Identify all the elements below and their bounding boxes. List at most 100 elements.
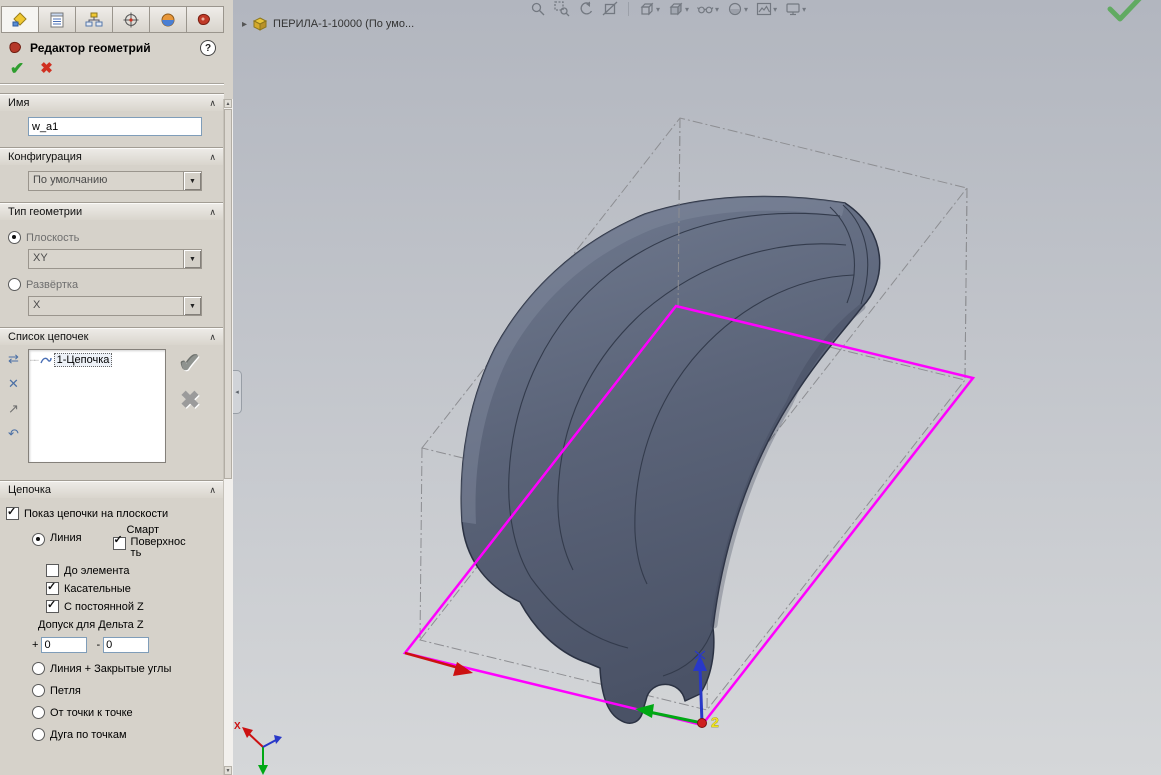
- chain-list-tools: ⇄ ✕ ↗ ↶: [4, 349, 23, 442]
- show-on-plane-checkbox[interactable]: [6, 505, 19, 520]
- view-orientation-icon: [640, 2, 654, 16]
- heads-up-view-toolbar: ▾ ▾ ▾ ▾ ▾ ▾: [530, 1, 806, 17]
- unfold-radio-row[interactable]: Развёртка: [8, 278, 216, 291]
- constant-z-label: С постоянной Z: [64, 600, 144, 613]
- dropdown-arrow-icon[interactable]: ▼: [183, 297, 201, 315]
- extend-chain-icon[interactable]: ↗: [8, 401, 19, 417]
- application-window: Редактор геометрий ? ✔ ✖ Имя ∧ w_a1 Конф…: [0, 0, 1161, 775]
- smart-surface-checkbox[interactable]: [112, 535, 126, 550]
- to-element-checkbox[interactable]: [46, 564, 59, 577]
- line-closed-corners-radio[interactable]: [32, 662, 45, 675]
- smart-surface-label: Поверхность: [130, 536, 186, 559]
- break-chain-icon[interactable]: ✕: [8, 376, 19, 392]
- origin-point[interactable]: [697, 718, 707, 728]
- display-style-button[interactable]: ▾: [668, 1, 689, 17]
- plane-combobox[interactable]: XY ▼: [28, 249, 202, 269]
- tab-dimxpert[interactable]: [112, 6, 149, 33]
- unfold-radio[interactable]: [8, 278, 21, 291]
- smart-surface-control[interactable]: Смарт Поверхность: [112, 525, 189, 559]
- section-view-button[interactable]: [602, 1, 618, 17]
- constant-z-row[interactable]: С постоянной Z: [46, 598, 216, 613]
- arc-by-points-row[interactable]: Дуга по точкам: [32, 728, 216, 741]
- property-manager-panel: Редактор геометрий ? ✔ ✖ Имя ∧ w_a1 Конф…: [0, 0, 234, 775]
- chevron-down-icon: ▾: [802, 4, 807, 14]
- scrollbar-thumb[interactable]: [224, 109, 232, 479]
- line-closed-corners-label: Линия + Закрытые углы: [50, 662, 172, 675]
- addin-icon: [197, 13, 210, 25]
- tab-configuration-tree[interactable]: [75, 6, 112, 33]
- tab-addin[interactable]: [186, 6, 224, 33]
- point-to-point-row[interactable]: От точки к точке: [32, 706, 216, 719]
- ok-button[interactable]: ✔: [10, 60, 24, 77]
- undo-chain-icon[interactable]: ↶: [8, 426, 19, 442]
- group-header-configuration[interactable]: Конфигурация ∧: [0, 147, 224, 165]
- part-model[interactable]: [460, 195, 881, 724]
- point-to-point-radio[interactable]: [32, 706, 45, 719]
- tolerance-minus-input[interactable]: [103, 637, 150, 653]
- loop-row[interactable]: Петля: [32, 684, 216, 697]
- panel-splitter-handle[interactable]: ◂: [233, 370, 242, 414]
- panel-scrollbar[interactable]: ▲ ▼: [223, 99, 233, 775]
- tab-display-manager[interactable]: [149, 6, 186, 33]
- sphere-icon: [161, 13, 175, 26]
- show-on-plane-row[interactable]: Показ цепочки на плоскости: [6, 505, 216, 520]
- name-input[interactable]: [28, 117, 202, 136]
- list-item[interactable]: ┈┈ 1-Цепочка: [30, 353, 164, 367]
- toolbar-separator: [628, 2, 629, 16]
- to-element-row[interactable]: До элемента: [46, 564, 216, 577]
- view-settings-button[interactable]: ▾: [785, 1, 806, 17]
- tangents-label: Касательные: [64, 582, 131, 595]
- chain-item-label[interactable]: 1-Цепочка: [53, 353, 113, 367]
- view-orientation-button[interactable]: ▾: [639, 1, 660, 17]
- chain-listbox[interactable]: ┈┈ 1-Цепочка: [28, 349, 166, 463]
- tangents-checkbox[interactable]: [46, 580, 59, 595]
- chevron-down-icon: ▾: [656, 4, 661, 14]
- feature-tree-label[interactable]: ПЕРИЛА-1-10000 (По умо...: [273, 18, 414, 30]
- loop-radio[interactable]: [32, 684, 45, 697]
- scroll-down-icon[interactable]: ▼: [224, 766, 232, 775]
- graphics-area[interactable]: 2 X ▾ ▾ ▾ ▾ ▾ ▾ ▸ ПЕРИЛА-1-10000 (По умо…: [233, 0, 1161, 775]
- zoom-area-button[interactable]: [554, 1, 570, 17]
- accept-chain-button[interactable]: ✔: [179, 350, 201, 376]
- group-header-chain[interactable]: Цепочка ∧: [0, 480, 224, 498]
- dropdown-arrow-icon[interactable]: ▼: [183, 172, 201, 190]
- group-header-chain-list[interactable]: Список цепочек ∧: [0, 327, 224, 345]
- arc-by-points-radio[interactable]: [32, 728, 45, 741]
- group-label: Тип геометрии: [8, 206, 83, 218]
- swap-chain-icon[interactable]: ⇄: [8, 351, 19, 367]
- hide-show-items-button[interactable]: ▾: [697, 1, 719, 17]
- line-radio[interactable]: [32, 533, 45, 546]
- cancel-button[interactable]: ✖: [40, 61, 53, 77]
- confirmation-corner-accept[interactable]: [1103, 0, 1145, 24]
- configuration-combobox[interactable]: По умолчанию ▼: [28, 171, 202, 191]
- z-axis-arrow: [698, 667, 704, 724]
- scroll-up-icon[interactable]: ▲: [224, 99, 232, 108]
- zoom-fit-button[interactable]: [530, 1, 546, 17]
- edit-appearance-button[interactable]: ▾: [727, 1, 748, 17]
- plane-radio-row[interactable]: Плоскость: [8, 231, 216, 244]
- line-closed-corners-row[interactable]: Линия + Закрытые углы: [32, 662, 216, 675]
- help-button[interactable]: ?: [200, 40, 216, 56]
- tolerance-plus-input[interactable]: [41, 637, 88, 653]
- unfold-radio-label: Развёртка: [26, 278, 79, 291]
- delete-chain-button[interactable]: ✖: [180, 389, 200, 413]
- tree-expand-icon[interactable]: ▸: [242, 19, 247, 30]
- constant-z-checkbox[interactable]: [46, 598, 59, 613]
- unfold-combobox[interactable]: X ▼: [28, 296, 202, 316]
- chain-item-icon: [39, 357, 52, 364]
- group-header-name[interactable]: Имя ∧: [0, 93, 224, 111]
- plane-radio[interactable]: [8, 231, 21, 244]
- tangents-row[interactable]: Касательные: [46, 580, 216, 595]
- tab-attribute-list[interactable]: [38, 6, 75, 33]
- previous-view-button[interactable]: [578, 1, 594, 17]
- plane-radio-label: Плоскость: [26, 231, 80, 244]
- dropdown-arrow-icon[interactable]: ▼: [183, 250, 201, 268]
- group-configuration: Конфигурация ∧ По умолчанию ▼: [0, 147, 224, 193]
- reference-triad: X: [234, 721, 282, 775]
- geometry-editor-icon: [9, 42, 21, 53]
- tab-propertymanager[interactable]: [1, 6, 38, 33]
- assembly-icon: [252, 17, 268, 31]
- propertymanager-icon: [12, 11, 27, 26]
- apply-scene-button[interactable]: ▾: [756, 1, 777, 17]
- group-header-geometry-type[interactable]: Тип геометрии ∧: [0, 202, 224, 220]
